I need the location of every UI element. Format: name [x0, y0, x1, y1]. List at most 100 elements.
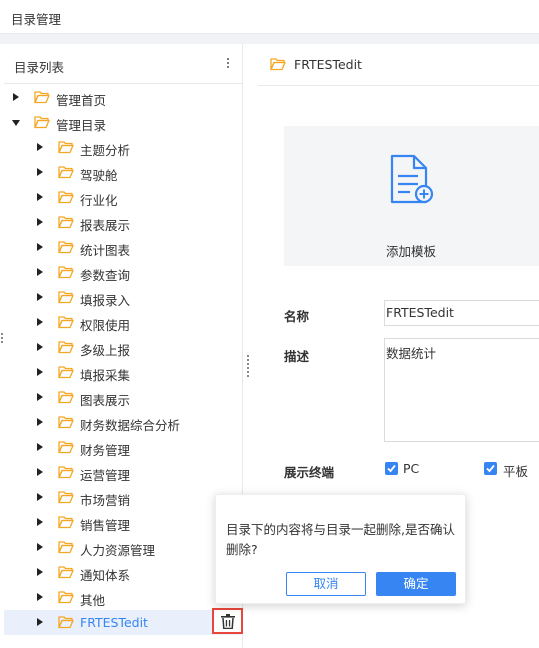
check-icon	[387, 464, 396, 473]
tree-node[interactable]: 主题分析	[4, 135, 243, 160]
caret-right-icon[interactable]	[37, 243, 43, 251]
tree-node[interactable]: 财务数据综合分析	[4, 410, 243, 435]
name-input[interactable]: FRTESTedit	[384, 300, 539, 326]
caret-right-icon[interactable]	[37, 593, 43, 601]
tree-node-label: 参数查询	[80, 268, 131, 283]
tree-node[interactable]: 市场营销	[4, 485, 243, 510]
caret-right-icon[interactable]	[37, 543, 43, 551]
cancel-button[interactable]: 取消	[286, 572, 366, 596]
folder-icon	[58, 215, 74, 229]
folder-icon	[58, 390, 74, 404]
caret-right-icon[interactable]	[13, 93, 19, 101]
tree-node[interactable]: 销售管理	[4, 510, 243, 535]
caret-right-icon[interactable]	[37, 493, 43, 501]
tree-node-label: 财务管理	[80, 443, 131, 458]
add-document-icon	[390, 154, 434, 204]
folder-icon	[58, 290, 74, 304]
tree-node-label: 驾驶舱	[80, 168, 118, 183]
tree-node-label: 管理目录	[56, 118, 107, 133]
name-input-value: FRTESTedit	[386, 305, 454, 320]
tree-node[interactable]: 驾驶舱	[4, 160, 243, 185]
tree-node-label: 图表展示	[80, 393, 131, 408]
folder-icon	[58, 190, 74, 204]
folder-icon	[58, 340, 74, 354]
folder-icon	[34, 90, 50, 104]
tree-node[interactable]: 其他	[4, 585, 243, 610]
delete-button[interactable]	[212, 608, 243, 634]
folder-icon	[58, 515, 74, 529]
check-icon	[486, 464, 495, 473]
tree-node[interactable]: 多级上报	[4, 335, 243, 360]
delete-confirm-popover: 目录下的内容将与目录一起删除,是否确认删除? 取消 确定	[215, 494, 466, 604]
tree-node[interactable]: 管理首页	[4, 85, 243, 110]
tree-node-label: 销售管理	[80, 518, 131, 533]
caret-right-icon[interactable]	[37, 393, 43, 401]
caret-right-icon[interactable]	[37, 518, 43, 526]
tree-node[interactable]: 人力资源管理	[4, 535, 243, 560]
tree-node[interactable]: 通知体系	[4, 560, 243, 585]
caret-right-icon[interactable]	[37, 568, 43, 576]
tree-node-label: 多级上报	[80, 343, 131, 358]
tree-node[interactable]: 填报采集	[4, 360, 243, 385]
caret-right-icon[interactable]	[37, 443, 43, 451]
caret-right-icon[interactable]	[37, 268, 43, 276]
tree-node-label: 权限使用	[80, 318, 131, 333]
caret-right-icon[interactable]	[37, 318, 43, 326]
caret-right-icon[interactable]	[37, 168, 43, 176]
tree-node[interactable]: 行业化	[4, 185, 243, 210]
name-label: 名称	[284, 309, 310, 324]
folder-icon	[58, 140, 74, 154]
folder-icon	[58, 590, 74, 604]
description-textarea[interactable]: 数据统计	[384, 338, 539, 442]
folder-icon	[58, 465, 74, 479]
tree-node[interactable]: 财务管理	[4, 435, 243, 460]
caret-right-icon[interactable]	[37, 293, 43, 301]
caret-right-icon[interactable]	[37, 193, 43, 201]
tree-node[interactable]: 统计图表	[4, 235, 243, 260]
tablet-checkbox[interactable]	[484, 462, 497, 475]
caret-right-icon[interactable]	[37, 418, 43, 426]
caret-right-icon[interactable]	[37, 343, 43, 351]
directory-panel-header: 目录列表	[4, 44, 243, 84]
description-value: 数据统计	[386, 346, 437, 361]
tree-node[interactable]: 报表展示	[4, 210, 243, 235]
tree-node-label: 市场营销	[80, 493, 131, 508]
left-resize-handle[interactable]	[0, 332, 3, 344]
pc-checkbox-label: PC	[403, 461, 420, 476]
tree-node-label: 财务数据综合分析	[80, 418, 181, 433]
folder-icon	[58, 490, 74, 504]
tree-node[interactable]: 图表展示	[4, 385, 243, 410]
folder-icon	[58, 565, 74, 579]
caret-right-icon[interactable]	[37, 143, 43, 151]
tree-node[interactable]: 运营管理	[4, 460, 243, 485]
caret-right-icon[interactable]	[37, 618, 43, 626]
top-bar: 目录管理	[0, 0, 539, 34]
directory-panel-title: 目录列表	[14, 60, 65, 75]
directory-panel: 目录列表 管理首页管理目录主题分析驾驶舱行业化报表展示 统计图表参数查询填报录入权…	[4, 44, 243, 648]
folder-icon	[34, 115, 50, 129]
trash-icon	[221, 614, 235, 629]
tree-node[interactable]: 参数查询	[4, 260, 243, 285]
tree-node-label: 其他	[80, 593, 106, 608]
tree-node[interactable]: FRTESTedit	[4, 610, 243, 635]
folder-icon	[58, 415, 74, 429]
tree-node[interactable]: 管理目录	[4, 110, 243, 135]
caret-right-icon[interactable]	[37, 368, 43, 376]
tree-node[interactable]: 填报录入	[4, 285, 243, 310]
folder-icon	[270, 58, 286, 71]
tree-node[interactable]: 权限使用	[4, 310, 243, 335]
folder-name: FRTESTedit	[294, 57, 362, 72]
tree-node-label: 填报采集	[80, 368, 131, 383]
delete-confirm-message: 目录下的内容将与目录一起删除,是否确认删除?	[226, 522, 455, 557]
tree-node-label: 主题分析	[80, 143, 131, 158]
caret-right-icon[interactable]	[37, 468, 43, 476]
confirm-button[interactable]: 确定	[376, 572, 456, 596]
caret-right-icon[interactable]	[37, 218, 43, 226]
folder-icon	[58, 240, 74, 254]
caret-down-icon[interactable]	[12, 120, 20, 126]
tree-node-label: 行业化	[80, 193, 118, 208]
panel-resize-handle[interactable]	[246, 354, 252, 377]
pc-checkbox[interactable]	[385, 462, 398, 475]
vertical-dots-icon[interactable]	[223, 56, 233, 72]
add-template-card[interactable]: 添加模板	[284, 126, 539, 266]
